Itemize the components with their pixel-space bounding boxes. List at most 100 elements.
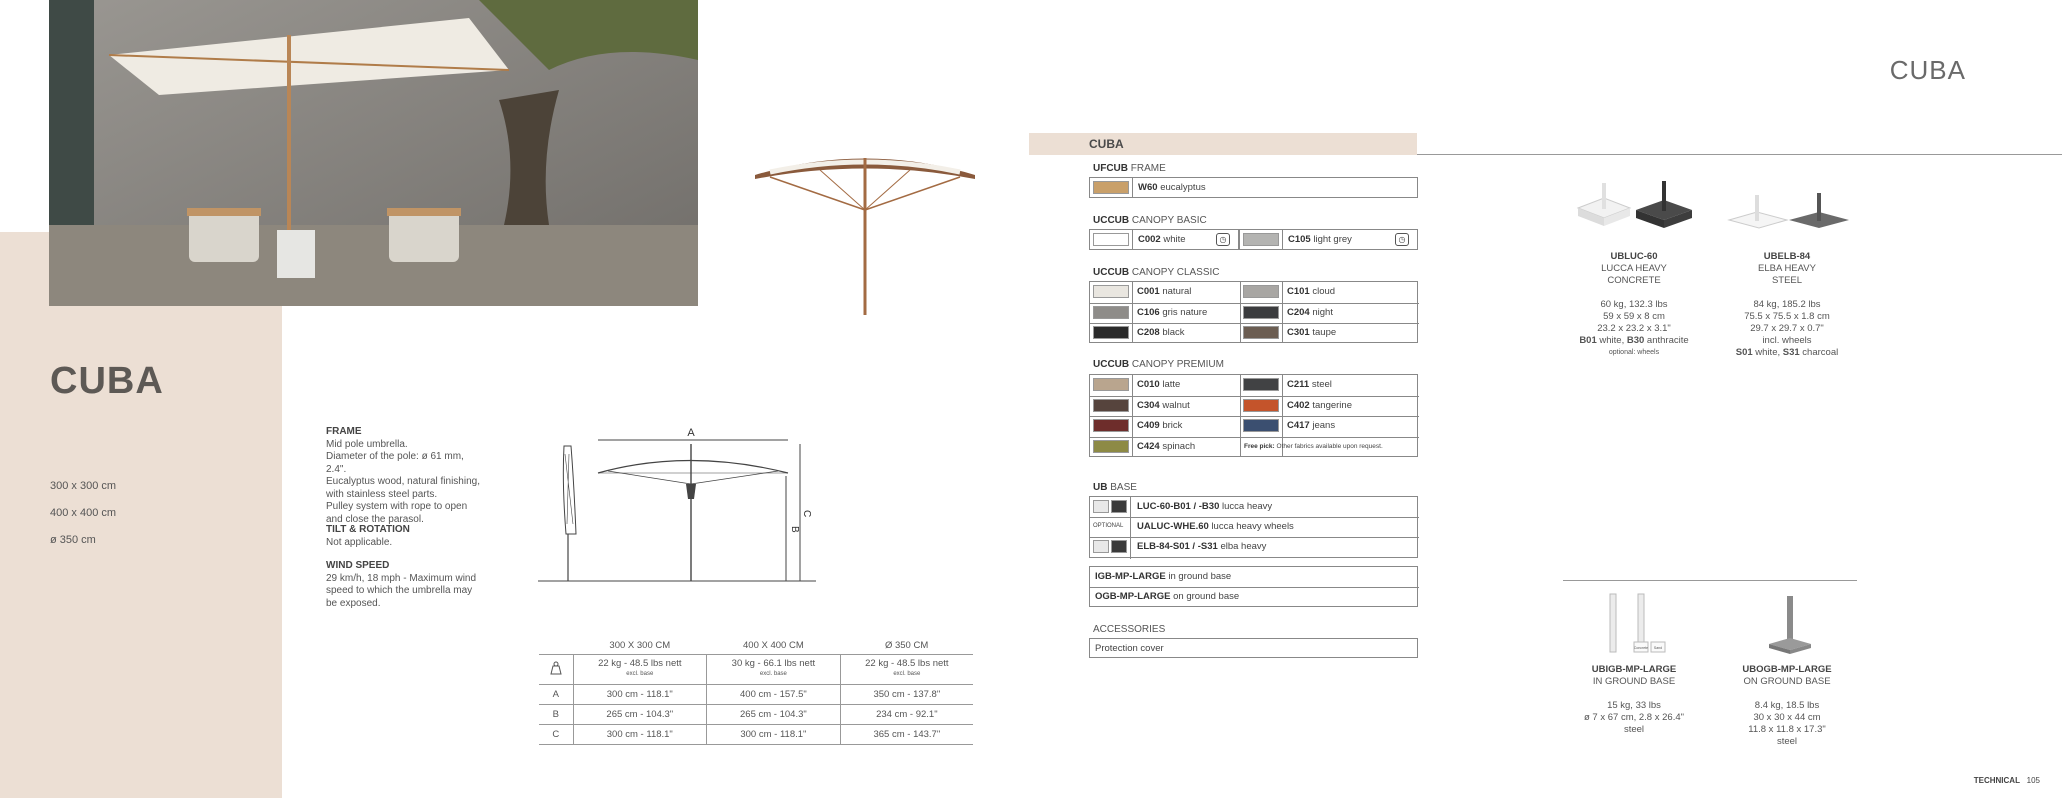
- product-spec: ø 7 x 67 cm, 2.8 x 26.4": [1583, 712, 1684, 723]
- product-spec: incl. wheels: [1762, 335, 1812, 346]
- swatch-pair: [1093, 540, 1109, 553]
- umbrella-product-image: [750, 150, 980, 325]
- table-cell: 265 cm - 104.3": [706, 704, 841, 725]
- product-colors: S01 white, S31 charcoal: [1735, 347, 1839, 358]
- option-label: C105 light grey: [1288, 234, 1352, 245]
- table-cell: 22 kg - 48.5 lbs nett excl. base: [572, 654, 707, 685]
- table-row-label: A: [539, 684, 573, 705]
- in-ground-sand-label: Sand: [1654, 646, 1662, 650]
- diagram-label-c: C: [801, 510, 812, 517]
- size-item: 300 x 300 cm: [50, 480, 117, 492]
- option-label: C208 black: [1137, 327, 1185, 338]
- fabric-option-c106[interactable]: C106 gris nature: [1090, 303, 1240, 323]
- fabric-option-c304[interactable]: C304 walnut: [1090, 396, 1240, 416]
- product-line: LUCCA HEAVY: [1601, 263, 1667, 274]
- option-label: Protection cover: [1095, 643, 1164, 654]
- fabric-option-c001[interactable]: C001 natural: [1090, 282, 1240, 302]
- fabric-option-c301[interactable]: C301 taupe: [1240, 323, 1419, 343]
- fabric-option-c417[interactable]: C417 jeans: [1240, 416, 1419, 436]
- table-header: Ø 350 CM: [840, 637, 973, 655]
- product-spec: 29.7 x 29.7 x 0.7": [1750, 323, 1824, 334]
- canopy-classic-title: UCCUB CANOPY CLASSIC: [1093, 267, 1220, 278]
- fabric-option-c204[interactable]: C204 night: [1240, 303, 1419, 323]
- table-cell: 300 cm - 118.1": [706, 724, 841, 745]
- color-swatch: [1243, 398, 1279, 412]
- color-swatch: [1093, 233, 1129, 246]
- table-row: A 300 cm - 118.1" 400 cm - 157.5" 350 cm…: [539, 684, 973, 705]
- product-spec: 30 x 30 x 44 cm: [1753, 712, 1821, 723]
- ground-option-ogb[interactable]: OGB-MP-LARGE on ground base: [1090, 587, 1419, 607]
- table-cell: 22 kg - 48.5 lbs nett excl. base: [839, 654, 973, 685]
- frame-spec-line: Pulley system with rope to open: [326, 501, 468, 512]
- product-spec: 75.5 x 75.5 x 1.8 cm: [1744, 311, 1830, 322]
- frame-spec-line: Eucalyptus wood, natural finishing,: [326, 476, 480, 487]
- product-spec: 15 kg, 33 lbs: [1607, 700, 1661, 711]
- fabric-option-c402[interactable]: C402 tangerine: [1240, 396, 1419, 416]
- product-igb: UBIGB-MP-LARGE IN GROUND BASE 15 kg, 33 …: [1557, 664, 1711, 736]
- dimension-diagram: A B C: [538, 424, 818, 589]
- option-label: W60 eucalyptus: [1138, 182, 1206, 193]
- optional-tag: OPTIONAL: [1093, 523, 1124, 529]
- section-divider: [1417, 154, 2062, 155]
- accessories-title: ACCESSORIES: [1093, 624, 1166, 635]
- wind-spec-line: be exposed.: [326, 597, 381, 609]
- weight-icon: [539, 654, 573, 685]
- product-line: CONCRETE: [1607, 275, 1661, 286]
- color-swatch: [1093, 419, 1129, 432]
- tilt-spec-text: Not applicable.: [326, 536, 393, 548]
- dimension-table: 300 X 300 CM 400 X 400 CM Ø 350 CM 22 kg…: [539, 637, 973, 745]
- option-c105[interactable]: C105 light grey ◷: [1239, 229, 1418, 250]
- option-label: C417 jeans: [1287, 420, 1336, 431]
- product-line: IN GROUND BASE: [1592, 676, 1676, 687]
- color-swatch: [1093, 326, 1129, 339]
- page-title: CUBA: [50, 360, 164, 402]
- option-label: OGB-MP-LARGE on ground base: [1095, 591, 1240, 602]
- table-cell: 234 cm - 92.1": [839, 704, 973, 725]
- product-line: STEEL: [1771, 275, 1803, 286]
- fabric-option-c211[interactable]: C211 steel: [1240, 375, 1419, 395]
- fabric-option-c101[interactable]: C101 cloud: [1240, 282, 1419, 302]
- fabric-option-c208[interactable]: C208 black: [1090, 323, 1240, 343]
- left-beige-strip: [0, 0, 50, 232]
- option-label: C001 natural: [1137, 286, 1192, 297]
- color-swatch: [1093, 305, 1129, 319]
- color-swatch: [1093, 398, 1129, 412]
- base-category-title: UB BASE: [1093, 482, 1137, 493]
- in-ground-base-image: Concrete Sand: [1598, 592, 1670, 661]
- product-ogb: UBOGB-MP-LARGE ON GROUND BASE 8.4 kg, 18…: [1712, 664, 1862, 748]
- product-lucca: UBLUC-60 LUCCA HEAVY CONCRETE 60 kg, 132…: [1557, 251, 1711, 359]
- option-label: C002 white: [1138, 234, 1186, 245]
- product-spec: 11.8 x 11.8 x 17.3": [1748, 724, 1826, 735]
- product-spec: 8.4 kg, 18.5 lbs: [1754, 700, 1820, 711]
- table-row: C 300 cm - 118.1" 300 cm - 118.1" 365 cm…: [539, 724, 973, 745]
- option-c002[interactable]: C002 white ◷: [1089, 229, 1239, 250]
- table-header-row: 300 X 300 CM 400 X 400 CM Ø 350 CM: [539, 637, 973, 655]
- ground-option-igb[interactable]: IGB-MP-LARGE in ground base: [1090, 567, 1419, 587]
- fabric-option-c424[interactable]: C424 spinach: [1090, 437, 1240, 457]
- color-swatch: [1093, 285, 1129, 298]
- base-option-wheels[interactable]: OPTIONAL UALUC-WHE.60 lucca heavy wheels: [1090, 517, 1419, 537]
- option-label: C409 brick: [1137, 420, 1183, 431]
- option-label: UALUC-WHE.60 lucca heavy wheels: [1137, 521, 1294, 532]
- product-colors: B01 white, B30 anthracite: [1579, 335, 1689, 346]
- option-label: IGB-MP-LARGE in ground base: [1095, 571, 1232, 582]
- size-item: 400 x 400 cm: [50, 507, 117, 519]
- frame-category-title: UFCUB FRAME: [1093, 163, 1166, 174]
- product-line: ON GROUND BASE: [1743, 676, 1831, 687]
- base-option-elba[interactable]: ELB-84-S01 / -S31 elba heavy: [1090, 537, 1419, 557]
- product-spec: 84 kg, 185.2 lbs: [1753, 299, 1821, 310]
- table-cell: 300 cm - 118.1": [572, 724, 707, 745]
- page-number: 105: [2026, 776, 2040, 785]
- option-w60[interactable]: W60 eucalyptus: [1089, 177, 1418, 198]
- wind-spec-title: WIND SPEED: [326, 560, 390, 571]
- lucca-base-image: [1570, 178, 1700, 243]
- accessory-protection-cover[interactable]: Protection cover: [1089, 638, 1418, 658]
- fabric-option-c010[interactable]: C010 latte: [1090, 375, 1240, 395]
- fabric-option-c409[interactable]: C409 brick: [1090, 416, 1240, 436]
- option-label: C204 night: [1287, 306, 1333, 318]
- wind-spec-line: speed to which the umbrella may: [326, 585, 473, 596]
- product-note: optional: wheels: [1608, 349, 1660, 356]
- table-cell: 30 kg - 66.1 lbs nett excl. base: [706, 654, 841, 685]
- tilt-spec-title: TILT & ROTATION: [326, 524, 410, 535]
- base-option-lucca[interactable]: LUC-60-B01 / -B30 lucca heavy: [1090, 497, 1419, 517]
